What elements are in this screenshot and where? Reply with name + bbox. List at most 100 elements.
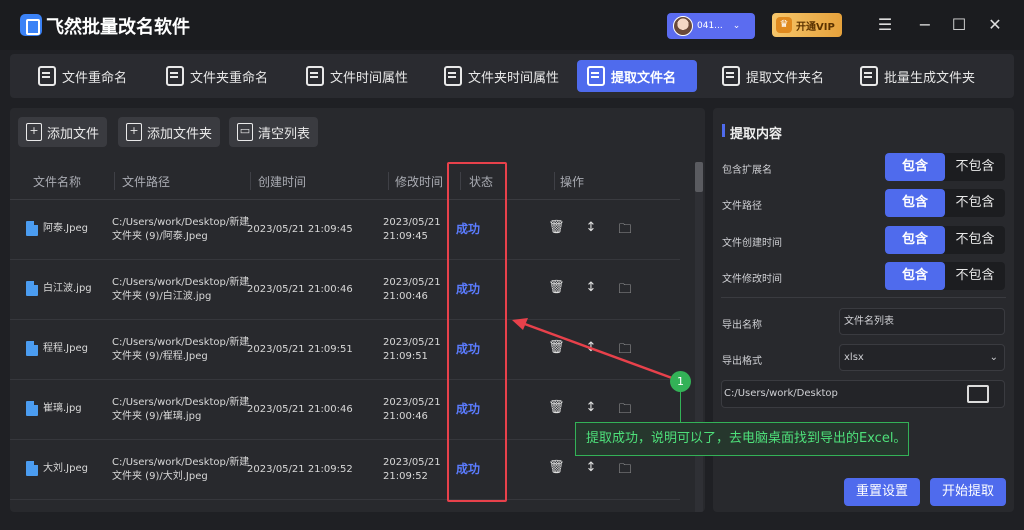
include-button[interactable]: 包含 (885, 189, 945, 217)
open-folder-icon[interactable]: 🗀 (617, 460, 633, 478)
trash-icon[interactable]: 🗑 (548, 280, 565, 298)
open-folder-icon[interactable]: 🗀 (617, 280, 633, 298)
header-actions: 操作 (560, 175, 585, 189)
callout-connector (680, 392, 681, 422)
trash-icon[interactable]: 🗑 (548, 400, 565, 418)
clear-list-button[interactable]: ▭ 清空列表 (229, 117, 319, 147)
close-icon[interactable]: ✕ (983, 13, 1007, 37)
file-name: 白江波.jpg (43, 283, 92, 294)
add-file-label: 添加文件 (47, 126, 100, 142)
start-extract-button[interactable]: 开始提取 (930, 478, 1006, 506)
tab-label: 批量生成文件夹 (884, 70, 976, 86)
image-file-icon (26, 281, 38, 296)
include-button[interactable]: 包含 (885, 262, 945, 290)
feature-tabs: 文件重命名 文件夹重命名 文件时间属性 文件夹时间属性 提取文件名 提取文件夹名… (10, 54, 1014, 98)
export-name-input[interactable]: 文件名列表 (839, 308, 1005, 335)
crown-icon: ♛ (776, 17, 792, 33)
minimize-icon[interactable]: − (913, 13, 937, 37)
file-path-line1: C:/Users/work/Desktop/新建 (112, 277, 250, 288)
file-time-icon (306, 66, 324, 86)
image-file-icon (26, 341, 38, 356)
created-time: 2023/05/21 21:09:51 (247, 344, 353, 355)
maximize-icon[interactable]: ☐ (947, 13, 971, 37)
tab-folder-rename[interactable]: 文件夹重命名 (156, 60, 278, 92)
table-row[interactable]: 阿泰.Jpeg C:/Users/work/Desktop/新建 文件夹 (9)… (10, 200, 680, 260)
browse-folder-icon[interactable] (967, 385, 989, 403)
menu-icon[interactable]: ☰ (873, 13, 897, 37)
title-bar: 飞然批量改名软件 041... ⌄ ♛ 开通VIP ☰ − ☐ ✕ (0, 0, 1024, 50)
add-file-button[interactable]: + 添加文件 (18, 117, 108, 147)
include-button[interactable]: 包含 (885, 226, 945, 254)
export-path-input[interactable]: C:/Users/work/Desktop (721, 380, 1005, 408)
extract-filename-icon (587, 66, 605, 86)
exclude-button[interactable]: 不包含 (945, 226, 1005, 254)
modified-time: 21:00:46 (383, 291, 428, 302)
scrollbar-thumb[interactable] (695, 162, 703, 192)
file-name: 崔璃.jpg (43, 403, 82, 414)
open-folder-icon[interactable]: 🗀 (617, 220, 633, 238)
created-time: 2023/05/21 21:09:45 (247, 224, 353, 235)
add-folder-icon: + (126, 123, 142, 141)
tab-folder-time[interactable]: 文件夹时间属性 (434, 60, 569, 92)
image-file-icon (26, 461, 38, 476)
move-vertical-icon[interactable]: ↕ (583, 280, 599, 298)
app-logo-icon (20, 14, 42, 36)
status-highlight-box (447, 162, 507, 502)
callout-note: 提取成功，说明可以了，去电脑桌面找到导出的Excel。 (575, 422, 909, 456)
move-vertical-icon[interactable]: ↕ (583, 400, 599, 418)
title-accent (722, 124, 725, 137)
tab-generate-folders[interactable]: 批量生成文件夹 (850, 60, 985, 92)
step-badge: 1 (670, 371, 691, 392)
include-button[interactable]: 包含 (885, 153, 945, 181)
created-time: 2023/05/21 21:00:46 (247, 404, 353, 415)
header-divider (250, 172, 251, 190)
tab-file-rename[interactable]: 文件重命名 (28, 60, 137, 92)
trash-icon[interactable]: 🗑 (548, 340, 565, 358)
header-filename: 文件名称 (33, 175, 82, 189)
chevron-down-icon: ⌄ (732, 21, 741, 31)
table-row[interactable]: 程程.Jpeg C:/Users/work/Desktop/新建 文件夹 (9)… (10, 320, 680, 380)
exclude-button[interactable]: 不包含 (945, 153, 1005, 181)
file-path-line1: C:/Users/work/Desktop/新建 (112, 217, 250, 228)
tab-extract-foldername[interactable]: 提取文件夹名 (712, 60, 834, 92)
open-folder-icon[interactable]: 🗀 (617, 340, 633, 358)
modified-date: 2023/05/21 (383, 397, 441, 408)
move-vertical-icon[interactable]: ↕ (583, 340, 599, 358)
extract-foldername-icon (722, 66, 740, 86)
modified-time: 21:09:45 (383, 231, 428, 242)
scrollbar-track[interactable] (695, 162, 703, 512)
tab-file-time[interactable]: 文件时间属性 (296, 60, 418, 92)
user-account-button[interactable]: 041... ⌄ (667, 13, 755, 39)
basket-icon: ▭ (237, 123, 253, 141)
file-name: 大刘.Jpeg (43, 463, 88, 474)
created-time: 2023/05/21 21:00:46 (247, 284, 353, 295)
file-path-line2: 文件夹 (9)/阿泰.Jpeg (112, 231, 208, 242)
export-format-value: xlsx (844, 352, 864, 363)
vip-button[interactable]: ♛ 开通VIP (772, 13, 842, 37)
file-path-line1: C:/Users/work/Desktop/新建 (112, 457, 250, 468)
modified-date: 2023/05/21 (383, 217, 441, 228)
modified-date: 2023/05/21 (383, 277, 441, 288)
file-rename-icon (38, 66, 56, 86)
exclude-button[interactable]: 不包含 (945, 262, 1005, 290)
file-path-line2: 文件夹 (9)/白江波.jpg (112, 291, 212, 302)
user-name: 041... (697, 21, 723, 31)
export-format-select[interactable]: xlsx ⌄ (839, 344, 1005, 371)
modified-date: 2023/05/21 (383, 457, 441, 468)
add-file-icon: + (26, 123, 42, 141)
table-row[interactable]: 白江波.jpg C:/Users/work/Desktop/新建 文件夹 (9)… (10, 260, 680, 320)
file-path-line1: C:/Users/work/Desktop/新建 (112, 337, 250, 348)
move-vertical-icon[interactable]: ↕ (583, 460, 599, 478)
add-folder-button[interactable]: + 添加文件夹 (118, 117, 221, 147)
file-name: 程程.Jpeg (43, 343, 88, 354)
header-divider (554, 172, 555, 190)
trash-icon[interactable]: 🗑 (548, 460, 565, 478)
export-name-label: 导出名称 (722, 320, 762, 331)
open-folder-icon[interactable]: 🗀 (617, 400, 633, 418)
reset-settings-button[interactable]: 重置设置 (844, 478, 920, 506)
trash-icon[interactable]: 🗑 (548, 220, 565, 238)
option-label-extension: 包含扩展名 (722, 165, 772, 176)
move-vertical-icon[interactable]: ↕ (583, 220, 599, 238)
tab-extract-filename[interactable]: 提取文件名 (577, 60, 697, 92)
exclude-button[interactable]: 不包含 (945, 189, 1005, 217)
